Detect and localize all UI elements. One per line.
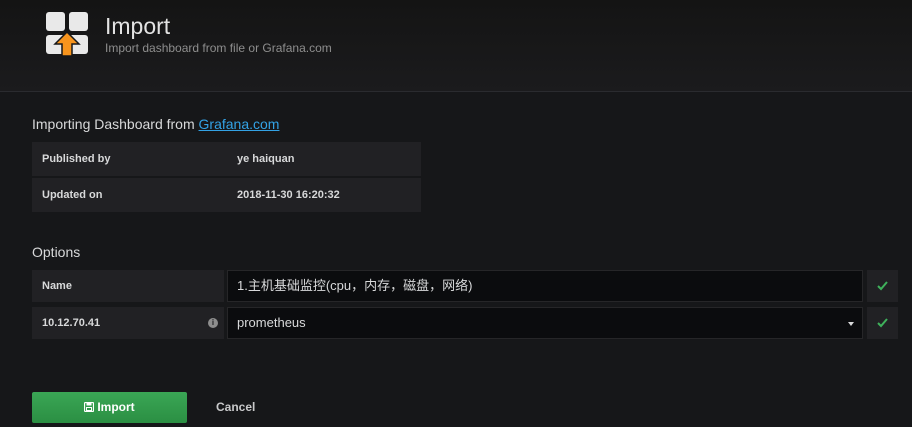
updated-on-label: Updated on	[42, 189, 103, 201]
import-button-label: Import	[97, 400, 135, 414]
importing-heading-text: Importing Dashboard from	[32, 116, 199, 132]
page-subtitle: Import dashboard from file or Grafana.co…	[105, 41, 332, 55]
published-by-row: Published by ye haiquan	[32, 142, 421, 176]
updated-on-row: Updated on 2018-11-30 16:20:32	[32, 178, 421, 212]
datasource-valid-indicator	[867, 307, 898, 339]
page-header: Import Import dashboard from file or Gra…	[0, 0, 912, 92]
grafana-com-link[interactable]: Grafana.com	[199, 116, 280, 132]
published-by-value: ye haiquan	[237, 153, 295, 165]
published-by-label: Published by	[42, 153, 111, 165]
check-icon	[877, 318, 888, 328]
dashboard-name-input[interactable]: 1.主机基础监控(cpu，内存，磁盘，网络)	[227, 270, 863, 302]
import-button[interactable]: Import	[32, 392, 187, 423]
cancel-button[interactable]: Cancel	[216, 392, 255, 423]
info-icon[interactable]: i	[208, 318, 218, 328]
datasource-label-cell: 10.12.70.41 i	[32, 307, 224, 339]
caret-down-icon	[848, 322, 854, 326]
importing-heading: Importing Dashboard from Grafana.com	[32, 116, 279, 132]
dashboard-import-icon	[44, 10, 90, 58]
datasource-select[interactable]: prometheus	[227, 307, 863, 339]
save-icon	[84, 401, 95, 413]
datasource-select-value: prometheus	[237, 315, 306, 330]
page-title: Import	[105, 13, 171, 39]
name-valid-indicator	[867, 270, 898, 302]
name-label: Name	[42, 280, 72, 292]
check-icon	[877, 281, 888, 291]
name-label-cell: Name	[32, 270, 224, 302]
datasource-label: 10.12.70.41	[42, 317, 101, 329]
updated-on-value: 2018-11-30 16:20:32	[237, 189, 340, 201]
options-heading: Options	[32, 244, 81, 260]
